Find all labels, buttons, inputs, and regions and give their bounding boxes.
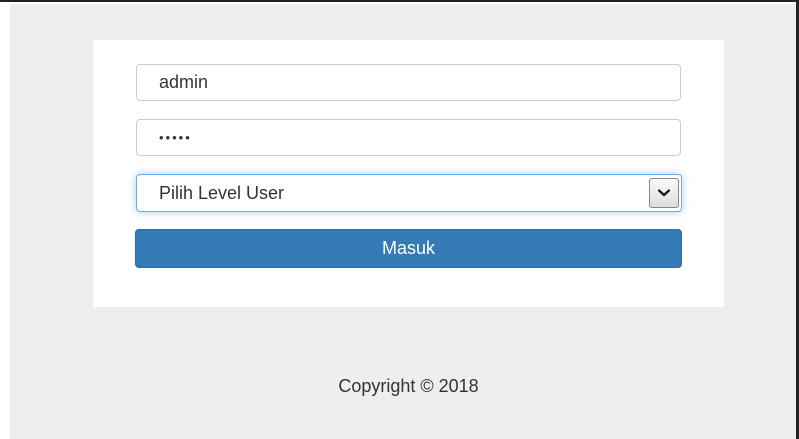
level-user-selected: Pilih Level User: [159, 182, 285, 203]
username-input[interactable]: admin: [136, 64, 681, 101]
level-user-select[interactable]: Pilih Level User: [136, 174, 682, 212]
login-card: admin ••••• Pilih Level User Masuk: [93, 40, 724, 307]
password-value: •••••: [159, 130, 192, 145]
select-dropdown-button[interactable]: [649, 178, 679, 208]
password-input[interactable]: •••••: [136, 119, 681, 156]
username-value: admin: [159, 72, 209, 92]
chevron-down-icon: [658, 189, 670, 197]
login-submit-button[interactable]: Masuk: [135, 229, 682, 268]
window-frame: admin ••••• Pilih Level User Masuk Copyr…: [0, 0, 799, 439]
footer-copyright: Copyright © 2018: [338, 376, 479, 396]
